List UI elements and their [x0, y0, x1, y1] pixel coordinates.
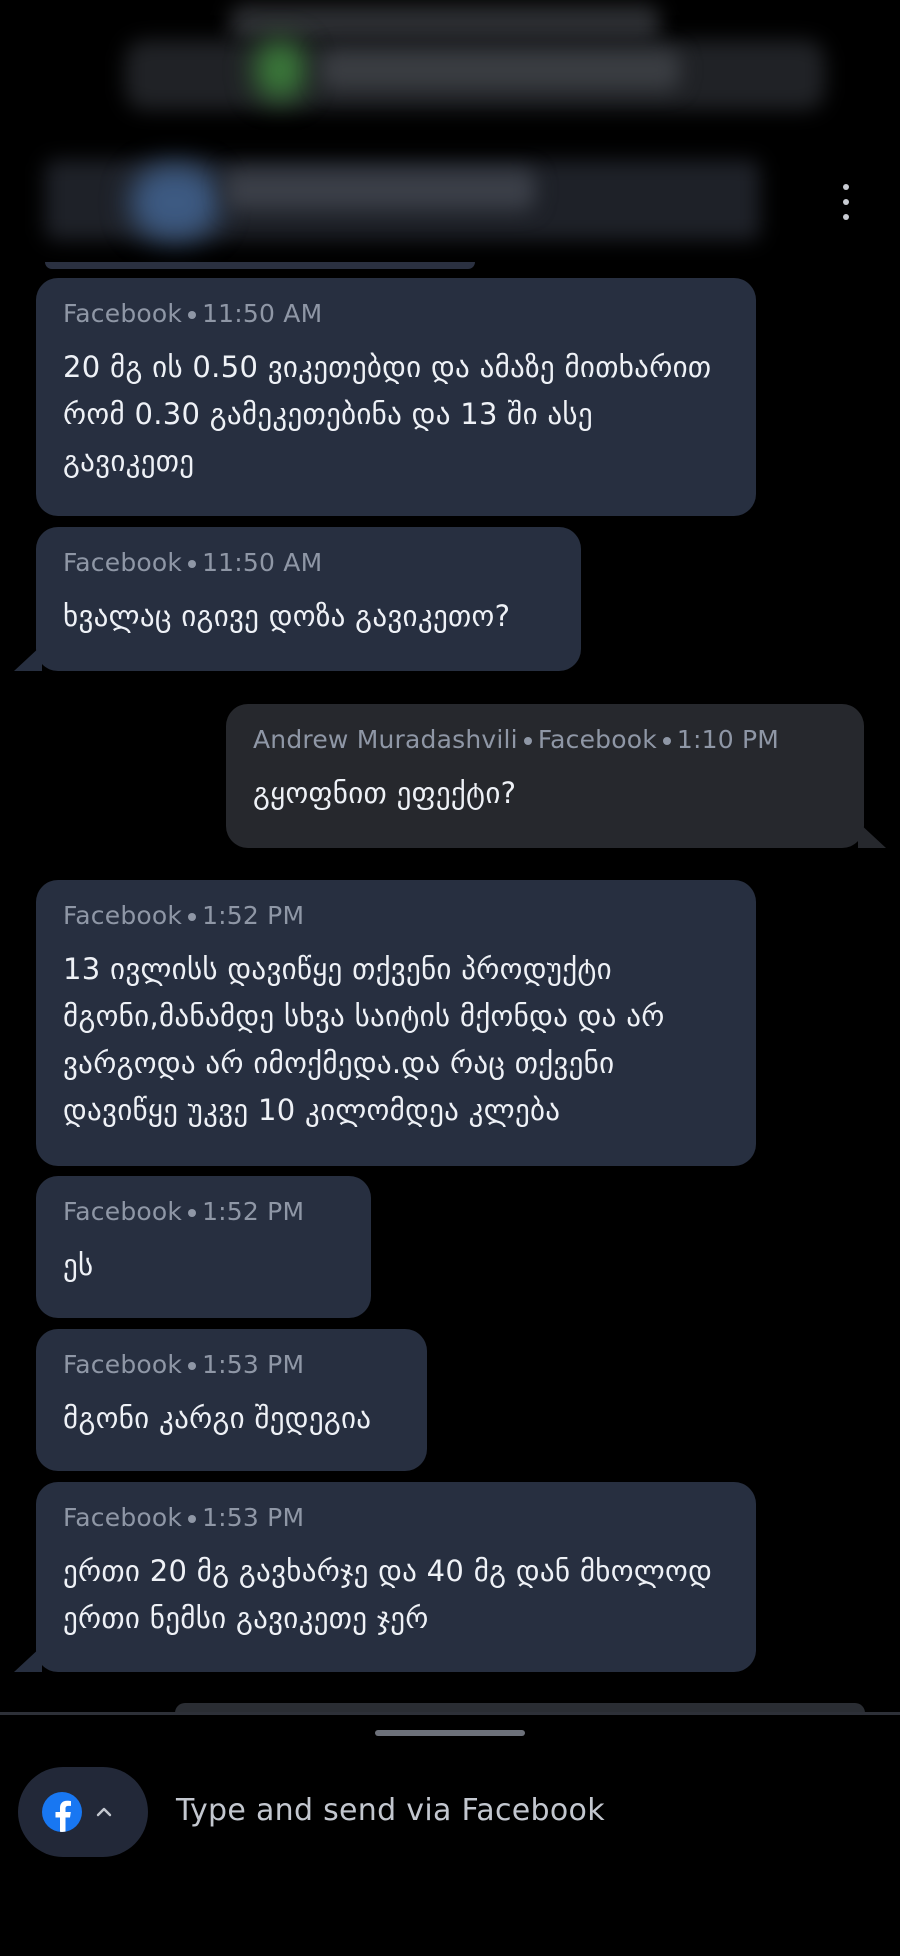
- message-meta: Facebook 1:52 PM: [63, 900, 729, 932]
- bubble-tail: [14, 645, 42, 671]
- message-bubble-incoming[interactable]: Facebook 1:52 PM ეს: [36, 1176, 371, 1318]
- message-channel: Facebook: [63, 1350, 183, 1379]
- channel-selector-button[interactable]: [18, 1767, 148, 1857]
- message-bubble-incoming[interactable]: Facebook 11:50 AM ხვალაც იგივე დოზა გავიკ…: [36, 527, 581, 671]
- message-bubble-incoming[interactable]: Facebook 11:50 AM 20 მგ ის 0.50 ვიკეთებდი…: [36, 278, 756, 516]
- message-bubble-incoming[interactable]: Facebook 1:53 PM მგონი კარგი შედეგია: [36, 1329, 427, 1471]
- message-meta: Facebook 1:52 PM: [63, 1196, 344, 1228]
- message-text: ერთი 20 მგ გავხარჯე და 40 მგ დან მხოლოდ …: [63, 1554, 713, 1635]
- bubble-tail: [858, 822, 886, 848]
- message-channel: Facebook: [63, 548, 183, 577]
- message-channel: Facebook: [63, 1197, 183, 1226]
- message-meta: Facebook 1:53 PM: [63, 1502, 729, 1534]
- message-text: 13 ივლისს დავიწყე თქვენი პროდუქტი მგონი,…: [63, 952, 665, 1127]
- message-time: 1:10 PM: [676, 725, 780, 754]
- message-meta: Facebook 11:50 AM: [63, 298, 729, 330]
- message-text: ეს: [63, 1248, 94, 1282]
- message-time: 11:50 AM: [202, 548, 323, 577]
- message-meta: Facebook 1:53 PM: [63, 1349, 400, 1381]
- message-meta: Facebook 11:50 AM: [63, 547, 554, 579]
- message-channel: Facebook: [63, 299, 183, 328]
- more-vertical-icon[interactable]: [836, 184, 856, 220]
- message-channel: Facebook: [537, 725, 657, 754]
- chevron-up-icon: [96, 1807, 112, 1817]
- message-meta: Andrew Muradashvili Facebook 1:10 PM: [253, 724, 837, 756]
- message-text: ხვალაც იგივე დოზა გავიკეთო?: [63, 599, 511, 633]
- contact-name-blurred: [225, 170, 535, 210]
- message-input[interactable]: Type and send via Facebook: [176, 1793, 605, 1828]
- message-text: 20 მგ ის 0.50 ვიკეთებდი და ამაზე მითხარი…: [63, 350, 712, 478]
- bubble-tail: [14, 1646, 42, 1672]
- message-time: 1:52 PM: [202, 901, 305, 930]
- blurred-status-area: [230, 5, 660, 45]
- previous-message-edge: [45, 262, 475, 269]
- message-composer: Type and send via Facebook: [0, 1712, 900, 1956]
- message-time: 11:50 AM: [202, 299, 323, 328]
- facebook-icon: [42, 1792, 82, 1832]
- message-text: გყოფნით ეფექტი?: [253, 776, 517, 810]
- message-time: 1:53 PM: [202, 1350, 305, 1379]
- blurred-notification-text: [320, 50, 680, 90]
- blurred-call-indicator: [255, 40, 305, 100]
- message-sender: Andrew Muradashvili: [253, 725, 518, 754]
- message-channel: Facebook: [63, 1503, 183, 1532]
- avatar: [130, 165, 220, 240]
- drag-handle[interactable]: [375, 1730, 525, 1736]
- message-time: 1:53 PM: [202, 1503, 305, 1532]
- message-bubble-incoming[interactable]: Facebook 1:52 PM 13 ივლისს დავიწყე თქვენი…: [36, 880, 756, 1166]
- message-time: 1:52 PM: [202, 1197, 305, 1226]
- message-channel: Facebook: [63, 901, 183, 930]
- message-bubble-incoming[interactable]: Facebook 1:53 PM ერთი 20 მგ გავხარჯე და 4…: [36, 1482, 756, 1672]
- message-bubble-outgoing[interactable]: Andrew Muradashvili Facebook 1:10 PM გყოფნ…: [226, 704, 864, 848]
- message-text: მგონი კარგი შედეგია: [63, 1401, 372, 1435]
